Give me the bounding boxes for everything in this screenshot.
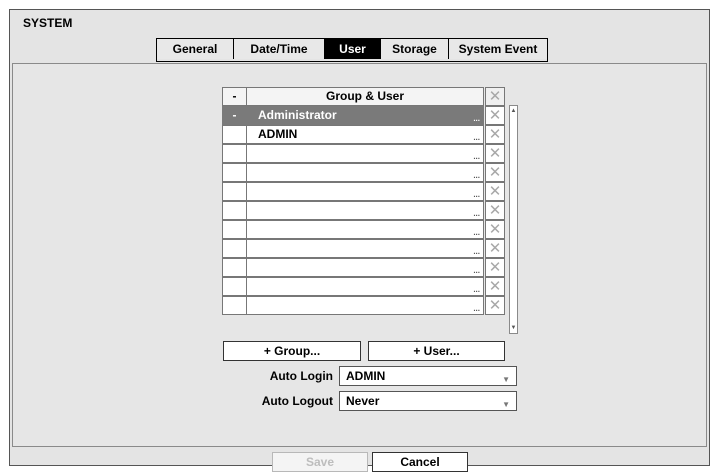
- ellipsis-icon: ...: [473, 228, 480, 237]
- ellipsis-icon: ...: [473, 247, 480, 256]
- table-scrollbar[interactable]: ▲ ▼: [509, 105, 518, 334]
- table-row[interactable]: ... ✕: [222, 144, 505, 163]
- auto-logout-label: Auto Logout: [261, 394, 333, 408]
- row-toggle[interactable]: -: [222, 106, 247, 125]
- row-toggle[interactable]: [222, 125, 247, 144]
- row-name-cell[interactable]: ...: [246, 144, 484, 163]
- close-icon[interactable]: ✕: [485, 125, 505, 144]
- scroll-down-icon[interactable]: ▼: [510, 325, 517, 331]
- chevron-down-icon: ▼: [502, 400, 510, 409]
- chevron-down-icon: ▼: [502, 375, 510, 384]
- ellipsis-icon: ...: [473, 171, 480, 180]
- table-row[interactable]: - Administrator... ✕: [222, 106, 505, 125]
- row-name-cell[interactable]: ...: [246, 296, 484, 315]
- close-icon[interactable]: ✕: [485, 201, 505, 220]
- cancel-button[interactable]: Cancel: [372, 452, 468, 472]
- row-toggle[interactable]: [222, 201, 247, 220]
- row-name-cell[interactable]: ...: [246, 277, 484, 296]
- table-row[interactable]: ... ✕: [222, 201, 505, 220]
- auto-login-value: ADMIN: [346, 369, 386, 383]
- table-row[interactable]: ... ✕: [222, 239, 505, 258]
- auto-login-label: Auto Login: [269, 369, 333, 383]
- row-name-cell[interactable]: ...: [246, 201, 484, 220]
- close-icon[interactable]: ✕: [485, 220, 505, 239]
- close-icon[interactable]: ✕: [485, 277, 505, 296]
- ellipsis-icon: ...: [473, 285, 480, 294]
- row-name-cell[interactable]: Administrator...: [246, 106, 484, 125]
- close-icon[interactable]: ✕: [485, 87, 505, 106]
- close-icon[interactable]: ✕: [485, 182, 505, 201]
- scroll-up-icon[interactable]: ▲: [510, 108, 517, 114]
- ellipsis-icon: ...: [473, 266, 480, 275]
- auto-logout-value: Never: [346, 394, 380, 408]
- add-user-button[interactable]: + User...: [368, 341, 505, 361]
- ellipsis-icon: ...: [473, 209, 480, 218]
- close-icon[interactable]: ✕: [485, 163, 505, 182]
- tab-user[interactable]: User: [325, 39, 381, 59]
- user-settings-panel: - Group & User ✕ - Administrator... ✕ ADMIN…: [12, 63, 707, 447]
- save-button[interactable]: Save: [272, 452, 368, 472]
- row-name: Administrator: [258, 108, 337, 122]
- system-window: SYSTEM General Date/Time User Storage Sy…: [9, 9, 710, 472]
- close-icon[interactable]: ✕: [485, 296, 505, 315]
- row-name: ADMIN: [258, 127, 298, 141]
- close-icon[interactable]: ✕: [485, 144, 505, 163]
- row-name-cell[interactable]: ...: [246, 163, 484, 182]
- auto-logout-select[interactable]: Never ▼: [339, 391, 517, 411]
- table-row[interactable]: ... ✕: [222, 296, 505, 315]
- tab-date-time[interactable]: Date/Time: [234, 39, 325, 59]
- row-toggle[interactable]: [222, 163, 247, 182]
- table-row[interactable]: ... ✕: [222, 163, 505, 182]
- table-row[interactable]: ... ✕: [222, 220, 505, 239]
- add-group-button[interactable]: + Group...: [223, 341, 361, 361]
- ellipsis-icon: ...: [473, 304, 480, 313]
- close-icon[interactable]: ✕: [485, 258, 505, 277]
- row-toggle[interactable]: [222, 220, 247, 239]
- table-header: - Group & User ✕: [222, 87, 505, 106]
- table-row[interactable]: ADMIN... ✕: [222, 125, 505, 144]
- row-toggle[interactable]: [222, 144, 247, 163]
- row-name-cell[interactable]: ...: [246, 182, 484, 201]
- window-title: SYSTEM: [23, 16, 73, 30]
- close-icon[interactable]: ✕: [485, 106, 505, 125]
- row-toggle[interactable]: [222, 239, 247, 258]
- table-row[interactable]: ... ✕: [222, 277, 505, 296]
- ellipsis-icon: ...: [473, 190, 480, 199]
- tab-general[interactable]: General: [157, 39, 234, 59]
- row-name-cell[interactable]: ADMIN...: [246, 125, 484, 144]
- row-toggle[interactable]: [222, 182, 247, 201]
- row-toggle[interactable]: [222, 296, 247, 315]
- row-name-cell[interactable]: ...: [246, 239, 484, 258]
- ellipsis-icon: ...: [473, 152, 480, 161]
- tab-bar: General Date/Time User Storage System Ev…: [156, 38, 548, 62]
- auto-login-select[interactable]: ADMIN ▼: [339, 366, 517, 386]
- column-header-group-user: Group & User: [246, 87, 484, 106]
- close-icon[interactable]: ✕: [485, 239, 505, 258]
- table-row[interactable]: ... ✕: [222, 258, 505, 277]
- row-toggle[interactable]: [222, 258, 247, 277]
- tab-storage[interactable]: Storage: [381, 39, 449, 59]
- row-name-cell[interactable]: ...: [246, 258, 484, 277]
- ellipsis-icon: ...: [473, 114, 480, 123]
- ellipsis-icon: ...: [473, 133, 480, 142]
- row-toggle[interactable]: [222, 277, 247, 296]
- tab-system-event[interactable]: System Event: [449, 39, 547, 59]
- collapse-all-button[interactable]: -: [222, 87, 247, 106]
- row-name-cell[interactable]: ...: [246, 220, 484, 239]
- table-row[interactable]: ... ✕: [222, 182, 505, 201]
